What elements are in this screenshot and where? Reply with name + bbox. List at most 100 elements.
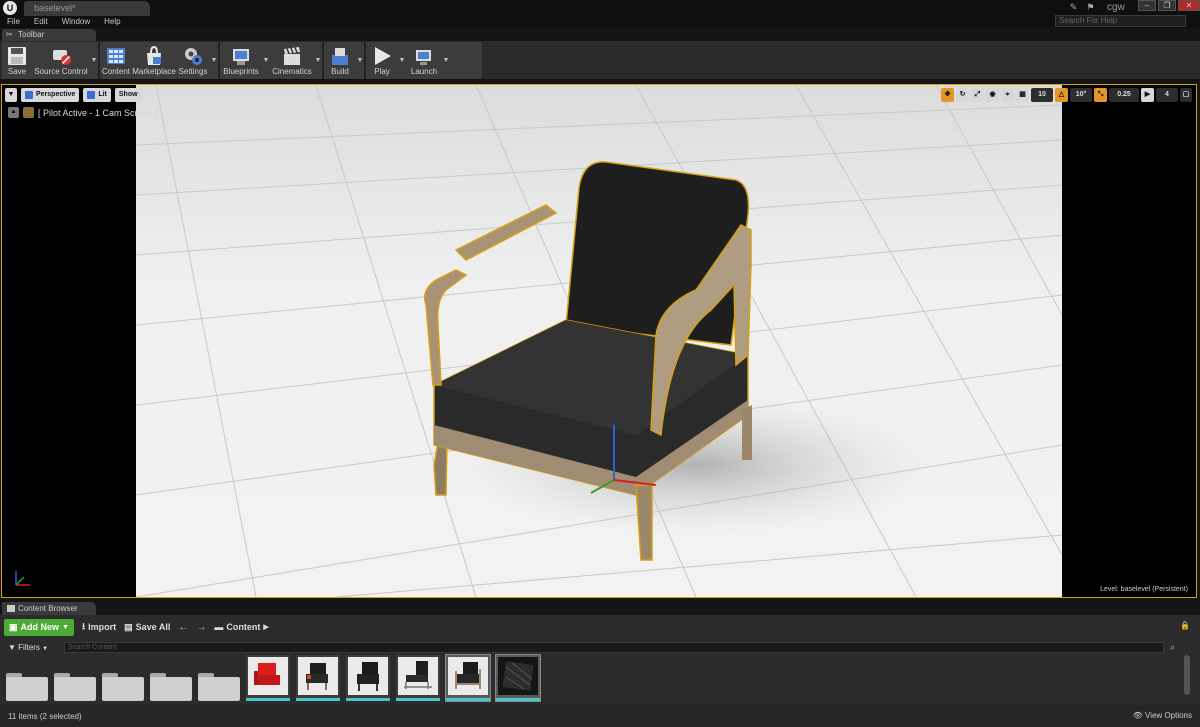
content-icon	[107, 48, 125, 64]
viewport-toolbar-right: ✥ ↻ ⤢ ◉ ⌖ ▦ 10 △ 10° ⤡ 0.25 ▶ 4 ▢	[941, 88, 1192, 102]
add-new-button[interactable]: ▣ Add New ▼	[4, 618, 74, 636]
asset-armchair-black[interactable]	[346, 655, 390, 701]
folder-item[interactable]	[150, 673, 192, 701]
rotation-snap-icon[interactable]: △	[1055, 88, 1068, 102]
chevron-down-icon: ▼	[42, 645, 49, 652]
asset-armchair-selected[interactable]	[445, 654, 491, 702]
user-name: cgw	[1107, 2, 1125, 13]
minimize-button[interactable]: –	[1138, 0, 1156, 11]
scale-snap-icon[interactable]: ⤡	[1094, 88, 1107, 102]
pilot-indicator: ▲ [ Pilot Active - 1 Cam Screen ]	[8, 107, 158, 118]
rotation-snap-value[interactable]: 10°	[1070, 88, 1092, 102]
menu-edit[interactable]: Edit	[34, 16, 48, 28]
perspective-button[interactable]: Perspective	[21, 88, 80, 102]
armchair-thumbnail	[348, 657, 388, 695]
content-browser-tab[interactable]: Content Browser	[2, 602, 96, 615]
folder-item[interactable]	[198, 673, 240, 701]
import-button[interactable]: ⭳ Import	[82, 619, 116, 635]
feedback-icon[interactable]: ✎	[1068, 2, 1079, 13]
toolbar-tab-label: Toolbar	[18, 30, 45, 39]
menu-help[interactable]: Help	[104, 16, 120, 28]
path-breadcrumb[interactable]: ▬ Content ▶	[214, 622, 268, 632]
launch-icon	[416, 50, 431, 65]
source-control-icon	[53, 50, 71, 65]
launch-button[interactable]: Launch	[406, 42, 442, 79]
grid-snap-value[interactable]: 10	[1031, 88, 1053, 102]
build-dropdown[interactable]: ▼	[356, 42, 364, 79]
menu-file[interactable]: File	[7, 16, 20, 28]
lit-button[interactable]: Lit	[83, 88, 111, 102]
surface-snap-icon[interactable]: ⌖	[1001, 88, 1014, 102]
maximize-viewport-icon[interactable]: ▢	[1180, 88, 1192, 102]
import-label: Import	[88, 622, 117, 632]
level-viewport[interactable]: ▼ Perspective Lit Show ▲ [ Pilot Active …	[1, 84, 1197, 598]
toolbar-buttons: Save Source Control ▼ Content Marketplac…	[2, 42, 482, 79]
filters-button[interactable]: ▼ Filters ▼	[8, 643, 58, 652]
cinematics-button[interactable]: Cinematics	[270, 42, 314, 79]
translate-tool-icon[interactable]: ✥	[941, 88, 954, 102]
settings-button[interactable]: Settings	[176, 42, 210, 79]
marketplace-button[interactable]: Marketplace	[132, 42, 176, 79]
asset-grid-scrollbar[interactable]	[1184, 655, 1190, 695]
source-control-dropdown[interactable]: ▼	[90, 42, 98, 79]
save-all-button[interactable]: ▤ Save All	[124, 622, 170, 633]
camera-speed-value[interactable]: 4	[1156, 88, 1178, 102]
help-search-input[interactable]: Search For Help	[1055, 15, 1186, 27]
content-browser-icon	[7, 605, 15, 612]
unreal-logo-icon[interactable]: U	[3, 1, 17, 15]
show-button[interactable]: Show	[114, 88, 142, 102]
folder-icon-front	[150, 677, 192, 701]
scale-snap-value[interactable]: 0.25	[1109, 88, 1139, 102]
blueprints-dropdown[interactable]: ▼	[262, 42, 270, 79]
level-tab[interactable]: baselevel*	[24, 1, 150, 16]
asset-armchair-orange[interactable]	[296, 655, 340, 701]
play-icon	[375, 47, 391, 65]
camera-actor-icon	[23, 107, 34, 118]
folder-item[interactable]	[102, 673, 144, 701]
search-icon[interactable]: ⌕	[1170, 642, 1175, 653]
view-options-button[interactable]: 👁 View Options	[1133, 711, 1192, 720]
add-new-label: Add New	[20, 621, 60, 632]
content-browser-tab-label: Content Browser	[18, 604, 78, 613]
play-dropdown[interactable]: ▼	[398, 42, 406, 79]
perspective-label: Perspective	[36, 91, 76, 98]
toolbar-tab[interactable]: ✂ Toolbar	[2, 29, 96, 41]
content-button[interactable]: Content	[100, 42, 132, 79]
folder-item[interactable]	[54, 673, 96, 701]
eject-icon[interactable]: ▲	[8, 107, 19, 118]
notifications-icon[interactable]: ⚑	[1085, 2, 1096, 13]
play-button[interactable]: Play	[366, 42, 398, 79]
save-button[interactable]: Save	[2, 42, 32, 79]
grid-snap-icon[interactable]: ▦	[1016, 88, 1029, 102]
viewport-options-dropdown[interactable]: ▼	[5, 88, 17, 102]
blueprints-button[interactable]: Blueprints	[220, 42, 262, 79]
lock-icon[interactable]: 🔒	[1180, 621, 1190, 630]
filter-row: ▼ Filters ▼ Search Content ⌕	[0, 640, 1200, 654]
launch-dropdown[interactable]: ▼	[442, 42, 450, 79]
red-chair-thumbnail	[248, 657, 288, 695]
asset-lounge-chair[interactable]	[396, 655, 440, 701]
source-control-button[interactable]: Source Control	[32, 42, 90, 79]
settings-dropdown[interactable]: ▼	[210, 42, 218, 79]
camera-speed-icon[interactable]: ▶	[1141, 88, 1154, 102]
path-label: Content	[226, 622, 261, 632]
world-local-icon[interactable]: ◉	[986, 88, 999, 102]
menu-window[interactable]: Window	[62, 16, 90, 28]
save-all-icon: ▤	[124, 621, 133, 632]
content-search-input[interactable]: Search Content	[64, 641, 1164, 653]
maximize-button[interactable]: ❐	[1158, 0, 1176, 11]
close-button[interactable]: ✕	[1178, 0, 1200, 11]
cinematics-dropdown[interactable]: ▼	[314, 42, 322, 79]
viewport-toolbar-left: ▼ Perspective Lit Show	[5, 88, 142, 102]
asset-red-chair[interactable]	[246, 655, 290, 701]
rotate-tool-icon[interactable]: ↻	[956, 88, 969, 102]
folder-icon-front	[6, 677, 48, 701]
folder-item[interactable]	[6, 673, 48, 701]
asset-fabric-material[interactable]	[495, 654, 541, 702]
viewport-scene[interactable]	[136, 85, 1062, 597]
scale-tool-icon[interactable]: ⤢	[971, 88, 984, 102]
back-arrow-icon[interactable]: ←	[178, 622, 188, 633]
forward-arrow-icon[interactable]: →	[196, 622, 206, 633]
build-button[interactable]: Build	[324, 42, 356, 79]
lit-icon	[87, 91, 96, 99]
